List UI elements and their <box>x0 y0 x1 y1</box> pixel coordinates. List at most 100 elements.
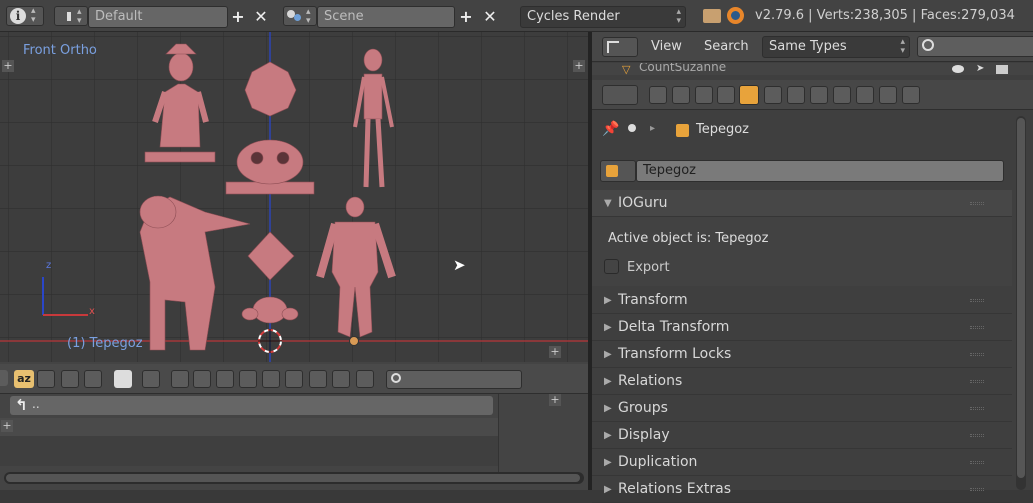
expand-triangle-icon: ▶ <box>604 430 612 441</box>
constraints-tab-icon[interactable] <box>764 86 782 104</box>
screen-layout-icon-button[interactable]: ▴ ▾ <box>54 6 88 26</box>
scene-tab-icon[interactable] <box>695 86 713 104</box>
render-layers-tab-icon[interactable] <box>672 86 690 104</box>
physics-tab-icon[interactable] <box>902 86 920 104</box>
panel-grip-icon[interactable] <box>970 202 984 205</box>
scene-icon <box>628 124 636 132</box>
ioguru-panel-header[interactable]: ▼ IOGuru <box>592 190 1012 217</box>
sort-extension-icon[interactable] <box>37 370 55 388</box>
material-tab-icon[interactable] <box>833 86 851 104</box>
properties-scrollbar[interactable] <box>1016 116 1026 490</box>
panel-grip-icon[interactable] <box>970 461 984 464</box>
render-engine-label: Cycles Render <box>527 9 620 24</box>
panel-grip-icon[interactable] <box>970 326 984 329</box>
file-path-row[interactable]: ↰ .. <box>10 396 493 415</box>
eye-icon[interactable] <box>952 65 964 73</box>
relations-panel-header[interactable]: ▶ Relations <box>592 368 1012 395</box>
display-panel-header[interactable]: ▶ Display <box>592 422 1012 449</box>
expand-triangle-icon: ▶ <box>604 403 612 414</box>
file-search-input[interactable] <box>386 370 522 389</box>
transform-panel-header[interactable]: ▶ Transform <box>592 287 1012 314</box>
object-origin-dot <box>349 336 359 346</box>
top-header-bar: i ▴ ▾ ▴ ▾ Default + ✕ ▴ ▾ Scene + ✕ Cycles … <box>0 0 1033 32</box>
view-menu[interactable]: View <box>651 39 682 54</box>
panel-title: Relations <box>618 373 683 389</box>
object-tab-icon[interactable] <box>739 85 759 105</box>
outliner-search-input[interactable] <box>917 36 1033 57</box>
panel-grip-icon[interactable] <box>970 380 984 383</box>
duplication-panel-header[interactable]: ▶ Duplication <box>592 449 1012 476</box>
panel-grip-icon[interactable] <box>970 407 984 410</box>
screen-layout-field[interactable]: Default <box>88 6 228 28</box>
delete-layout-button[interactable]: ✕ <box>252 7 270 26</box>
file-browser-expand-left-button[interactable]: + <box>1 420 13 432</box>
properties-editor: View Search Same Types ▴ ▾ ▽ CountSuzanne… <box>592 32 1033 503</box>
filter-text-icon[interactable] <box>356 370 374 388</box>
scrollbar-thumb[interactable] <box>6 474 580 482</box>
viewport-expand-left-button[interactable]: + <box>2 60 14 72</box>
panel-grip-icon[interactable] <box>970 353 984 356</box>
render-tab-icon[interactable] <box>649 86 667 104</box>
object-data-browse-button[interactable] <box>600 160 636 182</box>
active-object-label: (1) Tepegoz <box>67 336 143 351</box>
expand-triangle-icon: ▶ <box>604 376 612 387</box>
scene-icon-button[interactable]: ▴ ▾ <box>283 6 317 26</box>
scrollbar-thumb[interactable] <box>1017 118 1025 478</box>
delete-scene-button[interactable]: ✕ <box>481 7 499 26</box>
camera-render-icon[interactable] <box>996 65 1008 74</box>
add-layout-button[interactable]: + <box>229 7 247 26</box>
delta-transform-panel-header[interactable]: ▶ Delta Transform <box>592 314 1012 341</box>
filter-folder-icon[interactable] <box>171 370 189 388</box>
viewport-expand-right-button[interactable]: + <box>573 60 585 72</box>
chevron-updown-icon: ▴ ▾ <box>676 7 681 26</box>
object-cube-icon <box>606 165 618 177</box>
sort-alpha-icon[interactable]: az <box>14 370 34 388</box>
outliner-filter-select[interactable]: Same Types ▴ ▾ <box>762 36 910 58</box>
properties-editor-type-button[interactable] <box>602 85 638 105</box>
scene-field[interactable]: Scene <box>317 6 455 28</box>
outliner-partial-row[interactable]: ▽ CountSuzanne ➤ <box>592 63 1033 75</box>
filter-backup-icon[interactable] <box>216 370 234 388</box>
pin-icon[interactable]: 📌 <box>602 121 619 137</box>
modifiers-tab-icon[interactable] <box>787 86 805 104</box>
parent-directory-label: .. <box>32 397 40 411</box>
object-name-input[interactable]: Tepegoz <box>636 160 1004 182</box>
panel-grip-icon[interactable] <box>970 434 984 437</box>
filter-movie-icon[interactable] <box>262 370 280 388</box>
file-browser-expand-button[interactable]: + <box>549 394 561 406</box>
parent-directory-icon: ↰ <box>15 396 28 414</box>
3d-viewport[interactable]: Front Ortho z x (1) Tepegoz + + + ➤ <box>0 32 588 362</box>
filter-script-icon[interactable] <box>285 370 303 388</box>
filter-icon[interactable] <box>142 370 160 388</box>
filter-blend-icon[interactable] <box>193 370 211 388</box>
active-object-text: Active object is: Tepegoz <box>608 231 769 246</box>
world-tab-icon[interactable] <box>717 86 735 104</box>
show-hidden-toggle-icon[interactable] <box>114 370 132 388</box>
data-tab-icon[interactable] <box>810 86 828 104</box>
cursor-select-icon[interactable]: ➤ <box>976 63 984 74</box>
sort-date-icon[interactable] <box>61 370 79 388</box>
outliner-header: View Search Same Types ▴ ▾ <box>592 32 1033 62</box>
filter-image-icon[interactable] <box>239 370 257 388</box>
outliner-editor-type-button[interactable] <box>602 37 638 57</box>
ioguru-panel: ▼ IOGuru Active object is: Tepegoz Expor… <box>592 190 1012 286</box>
transform-locks-panel-header[interactable]: ▶ Transform Locks <box>592 341 1012 368</box>
horizontal-scrollbar[interactable] <box>4 472 584 484</box>
search-menu[interactable]: Search <box>704 39 749 54</box>
groups-panel-header[interactable]: ▶ Groups <box>592 395 1012 422</box>
info-editor-type-button[interactable]: i ▴ ▾ <box>6 6 44 26</box>
mouse-cursor-icon: ➤ <box>453 256 466 274</box>
particles-tab-icon[interactable] <box>879 86 897 104</box>
viewport-expand-bottom-button[interactable]: + <box>549 346 561 358</box>
panel-title: Delta Transform <box>618 319 730 335</box>
add-scene-button[interactable]: + <box>457 7 475 26</box>
filter-sound-icon[interactable] <box>332 370 350 388</box>
panel-grip-icon[interactable] <box>970 299 984 302</box>
export-checkbox[interactable] <box>604 259 619 274</box>
sort-size-icon[interactable] <box>84 370 102 388</box>
texture-tab-icon[interactable] <box>856 86 874 104</box>
render-engine-select[interactable]: Cycles Render ▴ ▾ <box>520 6 686 28</box>
axis-x-label: x <box>89 306 95 317</box>
filter-font-icon[interactable] <box>309 370 327 388</box>
editor-type-icon[interactable] <box>0 370 8 386</box>
